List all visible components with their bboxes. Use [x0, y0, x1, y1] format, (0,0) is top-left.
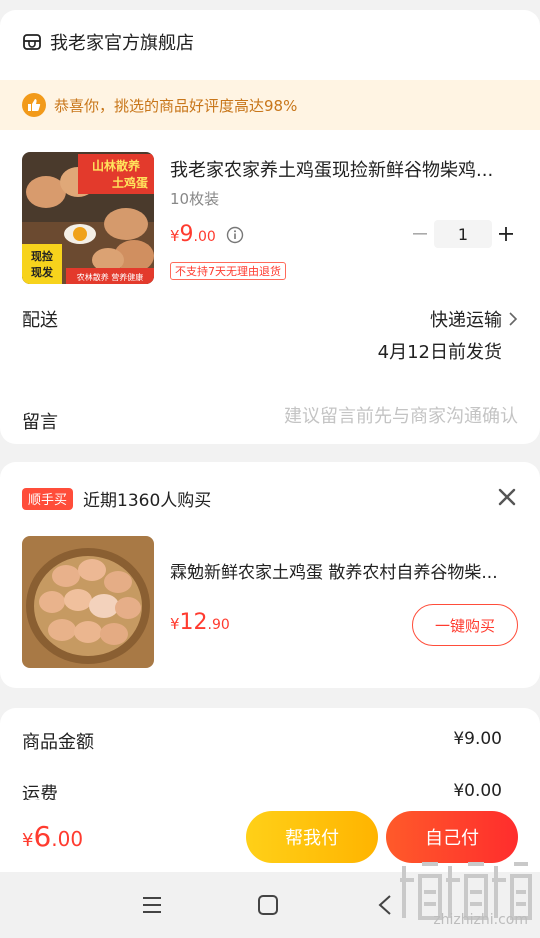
image-label-left: 现捡: [31, 249, 53, 263]
chevron-right-icon: [509, 312, 518, 326]
return-policy-tag: 不支持7天无理由退货: [170, 262, 286, 280]
message-label: 留言: [22, 412, 58, 433]
store-card: 我老家官方旗舰店 恭喜你，挑选的商品好评度高达98% 山林散养 土鸡蛋 现捡 现…: [0, 10, 540, 444]
total-price: ¥6.00: [22, 820, 83, 853]
product-image[interactable]: 山林散养 土鸡蛋 现捡 现发 农林散养 营养健康: [22, 152, 154, 284]
notice-text: 恭喜你，挑选的商品好评度高达98%: [54, 96, 298, 115]
shipping-value: ¥0.00: [453, 781, 502, 801]
image-label-bottom: 农林散养 营养健康: [77, 272, 144, 282]
plus-icon: [499, 227, 513, 241]
delivery-method-text: 快递运输: [430, 310, 502, 331]
product-title[interactable]: 我老家农家养土鸡蛋现捡新鲜谷物柴鸡...: [170, 156, 520, 182]
product-spec: 10枚装: [170, 190, 220, 208]
recommend-price: ¥12.90: [170, 610, 230, 635]
one-click-buy-button[interactable]: 一键购买: [412, 604, 518, 646]
thumbs-up-icon: [22, 93, 46, 117]
recommend-product-image[interactable]: [22, 536, 154, 668]
watermark-text: zhizhizhi.com: [433, 912, 528, 928]
price-dec: .00: [51, 827, 84, 851]
price-symbol: ¥: [22, 830, 34, 851]
eggs-image: 山林散养 土鸡蛋 现捡 现发 农林散养 营养健康: [22, 152, 154, 284]
image-label-top-2: 土鸡蛋: [112, 175, 148, 190]
rating-notice: 恭喜你，挑选的商品好评度高达98%: [0, 80, 540, 130]
eggs-basket-image: [22, 536, 154, 668]
increase-button[interactable]: [494, 222, 518, 246]
price-dec: .00: [193, 229, 216, 245]
recommend-count: 近期1360人购买: [83, 491, 212, 511]
quantity-input[interactable]: 1: [434, 220, 492, 248]
home-icon[interactable]: [255, 892, 281, 918]
image-label-left-2: 现发: [31, 265, 54, 279]
store-name: 我老家官方旗舰店: [50, 33, 194, 54]
recommend-header: 顺手买 近期1360人购买: [22, 486, 211, 511]
minus-icon: [413, 233, 427, 235]
menu-icon[interactable]: [139, 892, 165, 918]
goods-amount-value: ¥9.00: [453, 729, 502, 749]
back-icon[interactable]: [372, 892, 398, 918]
price-int: 9: [179, 222, 194, 247]
price-int: 12: [179, 610, 208, 635]
delivery-method[interactable]: 快递运输: [430, 306, 518, 332]
price-symbol: ¥: [170, 615, 180, 633]
quantity-stepper: 1: [408, 220, 518, 248]
store-icon: [23, 34, 41, 50]
recommend-badge: 顺手买: [22, 487, 74, 510]
store-header[interactable]: 我老家官方旗舰店: [22, 30, 194, 54]
help-pay-button[interactable]: 帮我付: [246, 811, 378, 863]
info-icon[interactable]: [226, 226, 244, 244]
product-price: ¥9.00: [170, 222, 216, 247]
price-int: 6: [33, 820, 52, 853]
price-dec: .90: [207, 617, 230, 633]
delivery-date: 4月12日前发货: [377, 342, 502, 363]
recommend-title[interactable]: 霖勉新鲜农家土鸡蛋 散养农村自养谷物柴...: [170, 558, 520, 583]
message-input[interactable]: [238, 406, 518, 427]
decrease-button[interactable]: [408, 222, 432, 246]
delivery-label: 配送: [22, 310, 58, 331]
recommend-card: 顺手买 近期1360人购买 霖勉新鲜农家土鸡蛋 散养农村自养谷物柴... ¥12…: [0, 462, 540, 688]
image-label-top: 山林散养: [92, 158, 140, 173]
goods-amount-label: 商品金额: [22, 732, 94, 753]
close-icon[interactable]: [498, 488, 516, 506]
price-symbol: ¥: [170, 227, 180, 245]
